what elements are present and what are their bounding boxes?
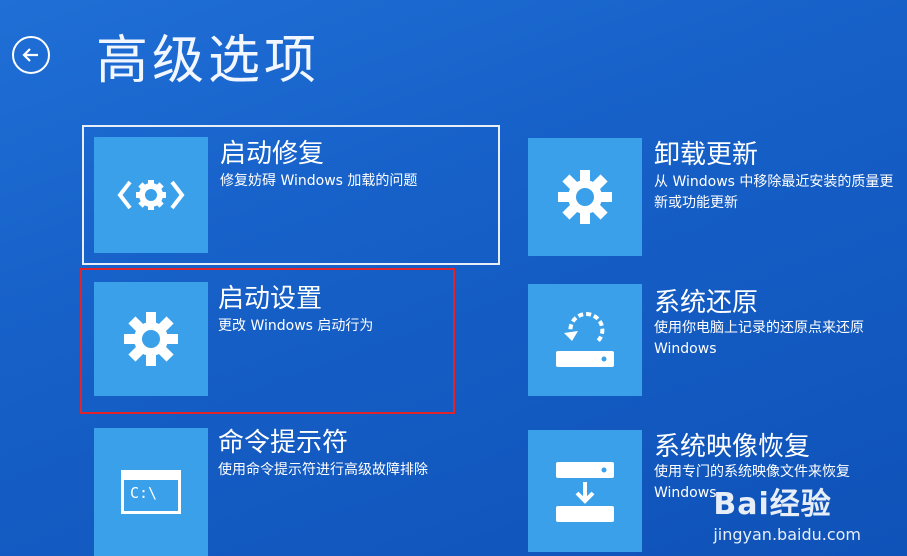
- option-startup-repair[interactable]: 启动修复 修复妨碍 Windows 加载的问题: [82, 125, 500, 265]
- option-title: 系统还原: [654, 288, 759, 318]
- system-restore-tile: [528, 284, 642, 396]
- command-prompt-tile: C:\: [94, 428, 208, 556]
- option-description: 使用命令提示符进行高级故障排除: [218, 462, 428, 478]
- option-description: 从 Windows 中移除最近安装的质量更新或功能更新: [654, 174, 894, 211]
- back-button[interactable]: [12, 36, 50, 74]
- option-system-restore[interactable]: 系统还原 使用你电脑上记录的还原点来还原 Windows: [526, 278, 907, 413]
- command-prompt-icon: C:\: [121, 470, 181, 514]
- page-title: 高级选项: [96, 31, 321, 91]
- option-description: 使用你电脑上记录的还原点来还原 Windows: [654, 320, 864, 357]
- image-recovery-icon: [556, 462, 614, 522]
- option-command-prompt[interactable]: C:\ 命令提示符 使用命令提示符进行高级故障排除: [82, 420, 482, 556]
- baidu-jingyan-watermark: Bai经验 jingyan.baidu.com: [713, 479, 861, 544]
- restore-icon: [556, 312, 614, 367]
- option-description: 修复妨碍 Windows 加载的问题: [220, 173, 418, 189]
- startup-repair-tile: [94, 137, 208, 253]
- gear-icon: [558, 170, 612, 224]
- back-arrow-icon: [22, 48, 38, 62]
- option-title: 启动修复: [220, 139, 325, 169]
- watermark-brand: Bai经验: [713, 487, 832, 522]
- prompt-text: C:\: [130, 484, 158, 502]
- code-gear-icon: [117, 180, 185, 210]
- system-image-recovery-tile: [528, 430, 642, 552]
- option-title: 命令提示符: [218, 428, 349, 458]
- watermark-url: jingyan.baidu.com: [713, 525, 861, 544]
- uninstall-updates-tile: [528, 138, 642, 256]
- option-uninstall-updates[interactable]: 卸载更新 从 Windows 中移除最近安装的质量更新或功能更新: [526, 130, 907, 260]
- option-title: 卸载更新: [654, 140, 759, 170]
- option-title: 系统映像恢复: [654, 432, 811, 462]
- red-highlight-box: [80, 268, 455, 414]
